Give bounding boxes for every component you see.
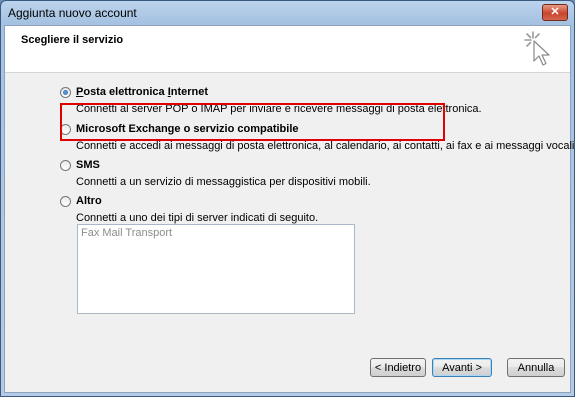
window-title: Aggiunta nuovo account — [8, 6, 137, 20]
option-label-text: osta elettronica — [83, 86, 168, 98]
server-type-list[interactable]: Fax Mail Transport — [77, 224, 355, 314]
wizard-header: Scegliere il servizio — [5, 26, 570, 73]
cancel-button[interactable]: Annulla — [507, 358, 565, 377]
option-label-text: nternet — [170, 86, 209, 98]
option-label: Altro — [76, 195, 102, 207]
option-description: Connetti a uno dei tipi di server indica… — [76, 212, 319, 224]
back-button[interactable]: < Indietro — [370, 358, 426, 377]
option-label: SMS — [76, 159, 100, 171]
next-button[interactable]: Avanti > — [432, 358, 492, 377]
title-bar: Aggiunta nuovo account ✕ — [1, 1, 574, 25]
cursor-click-icon — [524, 31, 550, 66]
list-item[interactable]: Fax Mail Transport — [81, 227, 351, 239]
radio-other[interactable] — [60, 196, 71, 207]
selection-highlight-box — [60, 103, 445, 141]
option-description: Connetti a un servizio di messaggistica … — [76, 176, 371, 188]
option-label: Posta elettronica Internet — [76, 86, 208, 98]
option-description: Connetti e accedi ai messaggi di posta e… — [76, 140, 575, 152]
radio-sms[interactable] — [60, 160, 71, 171]
button-bar: < Indietro Avanti > Annulla — [5, 346, 570, 392]
radio-internet-email[interactable] — [60, 87, 71, 98]
page-title: Scegliere il servizio — [21, 34, 124, 46]
close-icon: ✕ — [550, 6, 560, 18]
close-button[interactable]: ✕ — [542, 4, 568, 21]
dialog-window: Aggiunta nuovo account ✕ Scegliere il se… — [0, 0, 575, 397]
dialog-client-area: Scegliere il servizio Posta elettronica … — [4, 25, 574, 393]
